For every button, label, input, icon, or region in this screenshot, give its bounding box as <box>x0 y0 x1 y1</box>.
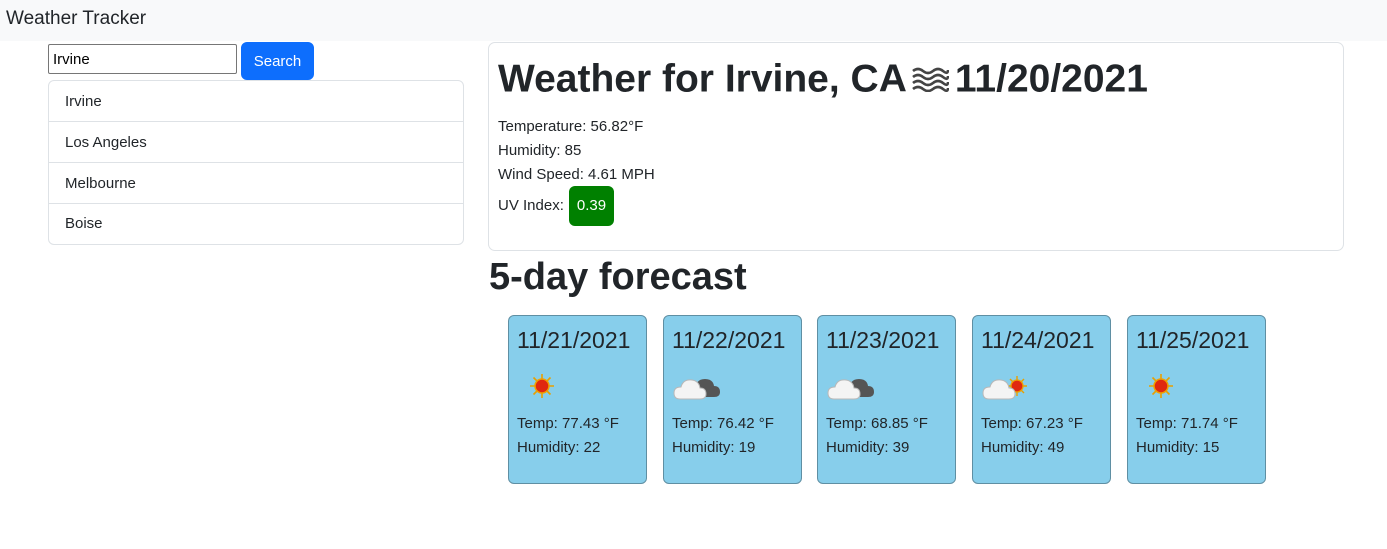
cloud-icon <box>827 379 874 400</box>
current-weather-title: Weather for Irvine, CA 11/20/2021 <box>498 55 1148 103</box>
current-weather-card: Weather for Irvine, CA 11/20/2021 Tempera… <box>488 42 1344 251</box>
forecast-card: 11/22/2021 Temp: 76.42 °F Humidity: 19 <box>663 315 802 484</box>
forecast-date: 11/22/2021 <box>672 327 786 353</box>
brand-title[interactable]: Weather Tracker <box>6 7 146 31</box>
forecast-temp: Temp: 67.23 °F <box>981 415 1083 432</box>
uv-index-label: UV Index: <box>498 197 564 214</box>
history-item-boise[interactable]: Boise <box>49 204 463 244</box>
forecast-temp: Temp: 76.42 °F <box>672 415 774 432</box>
forecast-card: 11/25/2021 Temp: 71.74 °F Humidity: 15 <box>1127 315 1266 484</box>
forecast-date: 11/23/2021 <box>826 327 940 353</box>
forecast-card: 11/24/2021 Temp: 67.23 °F Humidity: 49 <box>972 315 1111 484</box>
navbar: Weather Tracker <box>0 0 1387 41</box>
forecast-humidity: Humidity: 49 <box>981 439 1065 456</box>
history-item-melbourne[interactable]: Melbourne <box>49 163 463 204</box>
forecast-date: 11/21/2021 <box>517 327 631 353</box>
search-history-list: Irvine Los Angeles Melbourne Boise <box>48 80 464 245</box>
forecast-card: 11/21/2021 Temp: 77.43 °F Humidity: 22 <box>508 315 647 484</box>
sun-icon <box>1149 374 1173 398</box>
forecast-date: 11/25/2021 <box>1136 327 1250 353</box>
partly-cloudy-icon <box>982 376 1027 400</box>
forecast-temp: Temp: 71.74 °F <box>1136 415 1238 432</box>
mist-icon <box>911 57 950 103</box>
forecast-humidity: Humidity: 22 <box>517 439 601 456</box>
forecast-temp: Temp: 77.43 °F <box>517 415 619 432</box>
cloud-icon <box>673 379 720 400</box>
forecast-card: 11/23/2021 Temp: 68.85 °F Humidity: 39 <box>817 315 956 484</box>
forecast-humidity: Humidity: 15 <box>1136 439 1220 456</box>
forecast-temp: Temp: 68.85 °F <box>826 415 928 432</box>
current-date: 11/20/2021 <box>954 57 1148 101</box>
history-item-los-angeles[interactable]: Los Angeles <box>49 122 463 163</box>
wind-speed-text: Wind Speed: 4.61 MPH <box>498 166 655 183</box>
uv-index-badge: 0.39 <box>569 186 614 226</box>
search-input[interactable] <box>48 44 237 74</box>
forecast-humidity: Humidity: 39 <box>826 439 910 456</box>
humidity-text: Humidity: 85 <box>498 142 582 159</box>
search-button[interactable]: Search <box>241 42 314 80</box>
forecast-heading: 5-day forecast <box>489 256 747 298</box>
forecast-humidity: Humidity: 19 <box>672 439 756 456</box>
current-location: Weather for Irvine, CA <box>498 57 907 101</box>
sun-icon <box>530 374 554 398</box>
history-item-irvine[interactable]: Irvine <box>49 81 463 122</box>
forecast-date: 11/24/2021 <box>981 327 1095 353</box>
temperature-text: Temperature: 56.82°F <box>498 118 644 135</box>
